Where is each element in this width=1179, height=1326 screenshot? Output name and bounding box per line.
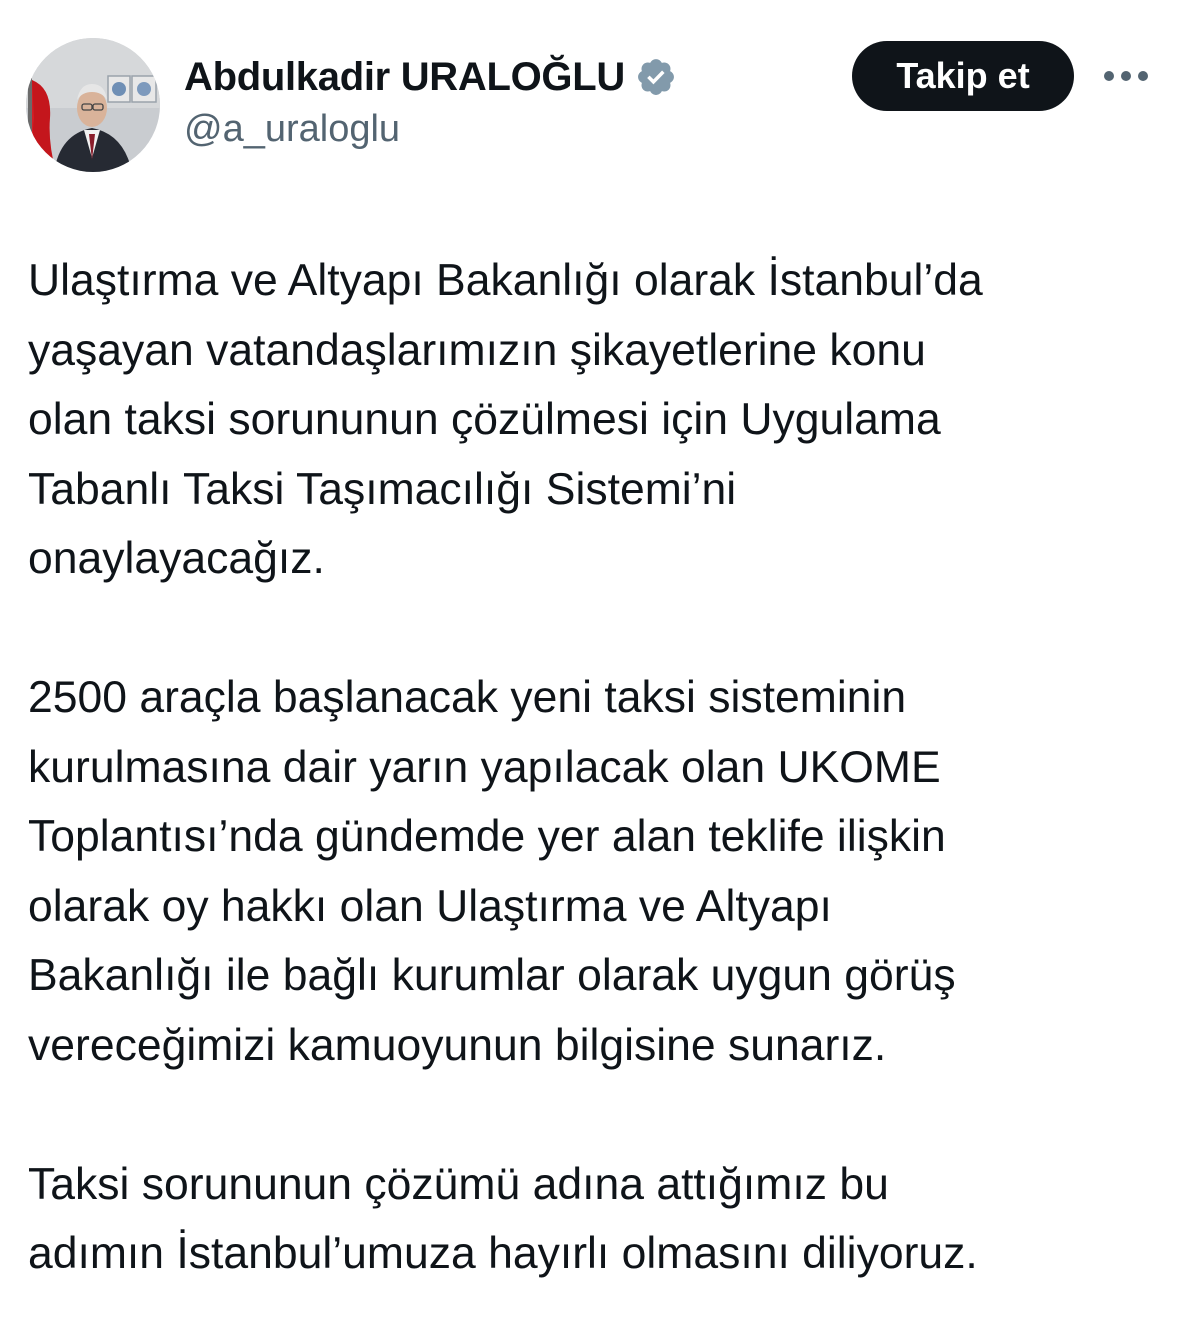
text-line: Toplantısı’nda gündemde yer alan teklife… bbox=[28, 812, 946, 861]
text-line: Taksi sorununun çözümü adına attığımız b… bbox=[28, 1159, 889, 1209]
display-name[interactable]: Abdulkadir URALOĞLU bbox=[184, 55, 625, 100]
text-line: Bakanlığı ile bağlı kurumlar olarak uygu… bbox=[28, 951, 956, 1000]
text-line: vereceğimizi kamuoyunun bilgisine sunarı… bbox=[28, 1020, 887, 1070]
follow-button[interactable]: Takip et bbox=[852, 41, 1074, 111]
more-options-button[interactable] bbox=[1098, 60, 1154, 92]
text-line: yaşayan vatandaşlarımızın şikayetlerine … bbox=[28, 325, 926, 375]
tweet-text: Ulaştırma ve Altyapı Bakanlığı olarak İs… bbox=[28, 246, 1158, 1289]
profile-photo bbox=[26, 38, 160, 172]
user-handle[interactable]: @a_uraloglu bbox=[184, 108, 400, 151]
text-line: Ulaştırma ve Altyapı Bakanlığı olarak İs… bbox=[28, 256, 983, 305]
text-line: olarak oy hakkı olan Ulaştırma ve Altyap… bbox=[28, 881, 832, 931]
verified-badge-icon[interactable] bbox=[635, 56, 677, 98]
name-row: Abdulkadir URALOĞLU bbox=[184, 50, 677, 104]
text-line: kurulmasına dair yarın yapılacak olan UK… bbox=[28, 742, 941, 792]
text-line: olan taksi sorununun çözülmesi için Uygu… bbox=[28, 395, 941, 444]
tweet-paragraph: Ulaştırma ve Altyapı Bakanlığı olarak İs… bbox=[28, 246, 1158, 594]
text-line: Tabanlı Taksi Taşımacılığı Sistemi’ni bbox=[28, 464, 737, 514]
tweet-header: Abdulkadir URALOĞLU @a_uraloglu Takip et bbox=[0, 0, 1179, 200]
text-line: adımın İstanbul’umuza hayırlı olmasını d… bbox=[28, 1229, 978, 1278]
tweet-paragraph: Taksi sorununun çözümü adına attığımız b… bbox=[28, 1150, 1158, 1289]
avatar[interactable] bbox=[26, 38, 160, 172]
tweet-paragraph: 2500 araçla başlanacak yeni taksi sistem… bbox=[28, 663, 1158, 1080]
more-horizontal-icon bbox=[1104, 71, 1148, 81]
text-line: 2500 araçla başlanacak yeni taksi sistem… bbox=[28, 673, 907, 722]
text-line: onaylayacağız. bbox=[28, 534, 325, 583]
